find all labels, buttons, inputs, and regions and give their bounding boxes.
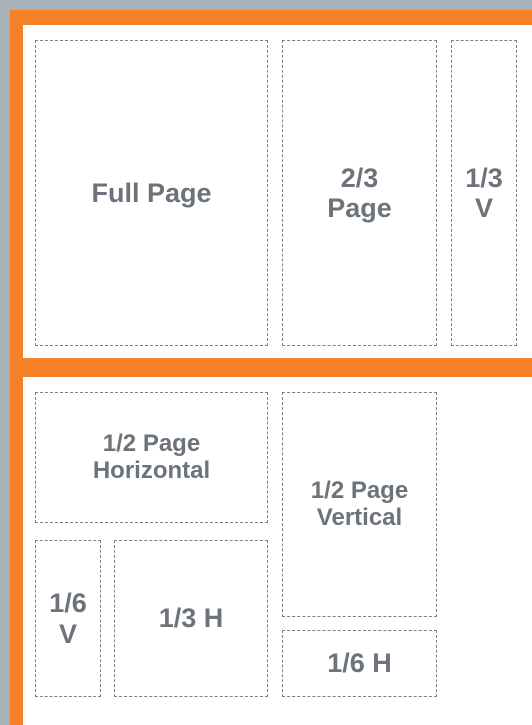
two-thirds-page-label: 2/3 Page <box>327 162 392 223</box>
two-thirds-page-ad-box[interactable]: 2/3 Page <box>282 40 437 346</box>
half-page-horizontal-ad-box[interactable]: 1/2 Page Horizontal <box>35 392 268 523</box>
half-page-horizontal-label: 1/2 Page Horizontal <box>92 429 211 484</box>
full-page-ad-box[interactable]: Full Page <box>35 40 268 346</box>
one-third-horizontal-label: 1/3 H <box>158 603 224 634</box>
one-third-horizontal-ad-box[interactable]: 1/3 H <box>114 540 268 697</box>
one-sixth-vertical-label: 1/6 V <box>49 588 87 649</box>
one-sixth-vertical-ad-box[interactable]: 1/6 V <box>35 540 101 697</box>
full-page-label: Full Page <box>91 177 212 208</box>
one-sixth-horizontal-label: 1/6 H <box>327 648 392 679</box>
one-sixth-horizontal-ad-box[interactable]: 1/6 H <box>282 630 437 697</box>
one-third-vertical-label: 1/3 V <box>465 162 503 223</box>
one-third-vertical-ad-box[interactable]: 1/3 V <box>451 40 517 346</box>
half-page-vertical-ad-box[interactable]: 1/2 Page Vertical <box>282 392 437 617</box>
half-page-vertical-label: 1/2 Page Vertical <box>310 476 409 531</box>
